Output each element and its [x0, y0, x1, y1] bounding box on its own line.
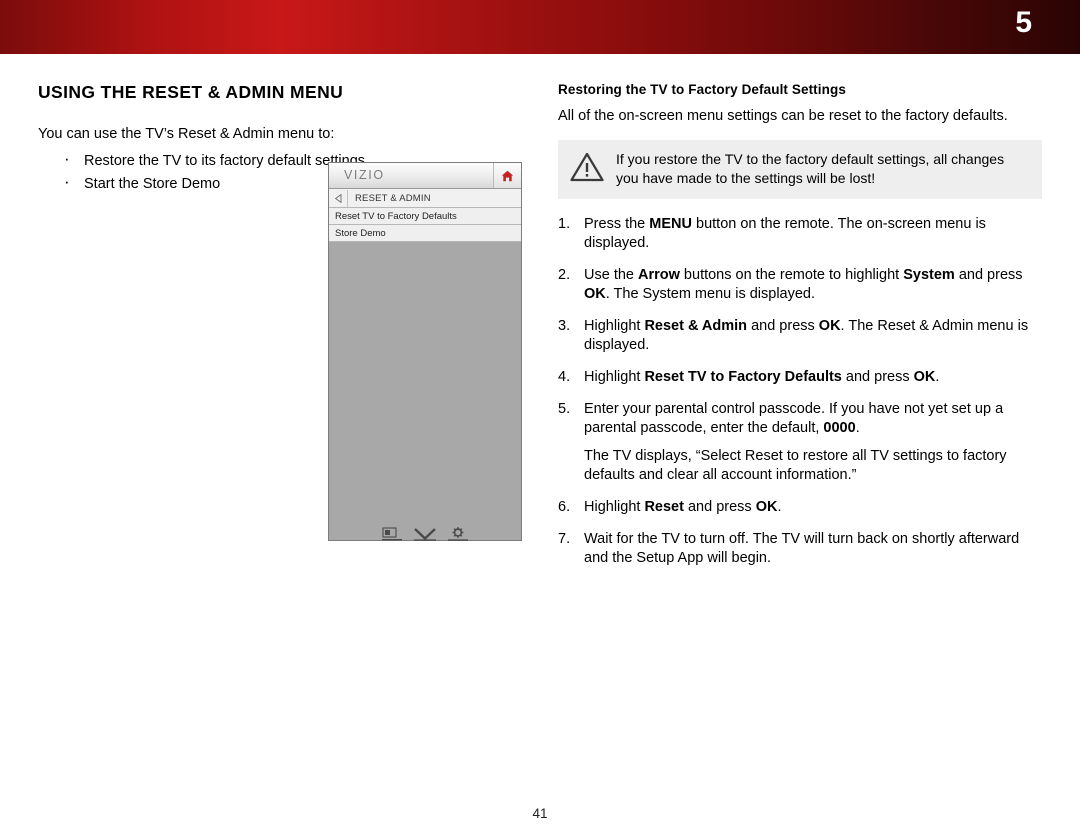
step-text: Press the: [584, 216, 650, 232]
step-emphasis: System: [903, 267, 955, 283]
vizio-logo: VIZIO: [344, 168, 385, 182]
vizio-v-icon[interactable]: [414, 527, 436, 546]
step-emphasis: 0000: [823, 420, 856, 436]
step-emphasis: Reset: [644, 499, 684, 515]
step-emphasis: OK: [584, 286, 606, 302]
step-item: Enter your parental control passcode. If…: [558, 400, 1042, 438]
step-item: Wait for the TV to turn off. The TV will…: [558, 530, 1042, 568]
list-item: Restore the TV to its factory default se…: [38, 149, 374, 171]
picture-icon[interactable]: [382, 526, 402, 546]
step-text: Wait for the TV to turn off. The TV will…: [584, 531, 1020, 566]
step-item: Use the Arrow buttons on the remote to h…: [558, 266, 1042, 304]
list-item: Start the Store Demo: [38, 172, 374, 194]
chapter-header-banner: 5: [0, 0, 1080, 54]
tv-breadcrumb: RESET & ADMIN: [329, 189, 521, 208]
step-text: and press: [747, 318, 819, 334]
step-text: . The System menu is displayed.: [605, 286, 816, 302]
warning-note-text: If you restore the TV to the factory def…: [616, 151, 1005, 186]
step-text: Highlight: [584, 318, 645, 334]
tv-menu-item-reset-defaults[interactable]: Reset TV to Factory Defaults: [329, 208, 521, 225]
back-arrow-icon[interactable]: [329, 189, 348, 207]
step-item: Highlight Reset & Admin and press OK. Th…: [558, 317, 1042, 355]
warning-note-box: If you restore the TV to the factory def…: [558, 140, 1042, 199]
section-intro-paragraph: All of the on-screen menu settings can b…: [558, 108, 1008, 124]
step-text: Use the: [584, 267, 638, 283]
section-subtitle: Restoring the TV to Factory Default Sett…: [558, 82, 846, 97]
step-text: .: [777, 499, 782, 515]
step-text: and press: [954, 267, 1023, 283]
step-emphasis: OK: [755, 499, 778, 515]
steps-list: Press the MENU button on the remote. The…: [558, 215, 1042, 568]
right-column: Restoring the TV to Factory Default Sett…: [558, 82, 1042, 581]
step-followup-text: The TV displays, “Select Reset to restor…: [584, 448, 1007, 483]
step-text: buttons on the remote to highlight: [679, 267, 904, 283]
step-text: Highlight: [584, 499, 645, 515]
step-text: and press: [841, 369, 914, 385]
step-item: Press the MENU button on the remote. The…: [558, 215, 1042, 253]
chapter-number: 5: [1015, 6, 1032, 39]
tv-menu-bottom-bar: [329, 514, 521, 558]
tv-menu-body: [329, 242, 521, 514]
step-emphasis: Arrow: [638, 267, 680, 283]
step-text: Enter your parental control passcode. If…: [584, 401, 1004, 436]
tv-menu-item-store-demo[interactable]: Store Demo: [329, 225, 521, 242]
gear-icon[interactable]: [448, 526, 468, 546]
step-emphasis: Reset & Admin: [644, 318, 748, 334]
step-emphasis: OK: [913, 369, 936, 385]
page-number: 41: [532, 806, 548, 821]
step-emphasis: Reset TV to Factory Defaults: [644, 369, 842, 385]
tv-menu-titlebar: VIZIO: [329, 163, 521, 189]
step-text: .: [855, 420, 860, 436]
step-emphasis: OK: [818, 318, 841, 334]
step-item: Highlight Reset and press OK.: [558, 498, 1042, 517]
tv-menu-mockup: VIZIO RESET & ADMIN Reset TV to Factory …: [328, 162, 522, 541]
step-emphasis: MENU: [649, 216, 692, 232]
home-icon[interactable]: [493, 163, 521, 188]
page-title: USING THE RESET & ADMIN MENU: [38, 82, 344, 102]
tv-breadcrumb-label: RESET & ADMIN: [355, 192, 431, 204]
warning-triangle-icon: [570, 152, 604, 187]
intro-paragraph: You can use the TV’s Reset & Admin menu …: [38, 126, 335, 142]
step-text: Highlight: [584, 369, 645, 385]
step-text: .: [935, 369, 940, 385]
step-text: and press: [683, 499, 756, 515]
step-item: Highlight Reset TV to Factory Defaults a…: [558, 368, 1042, 387]
